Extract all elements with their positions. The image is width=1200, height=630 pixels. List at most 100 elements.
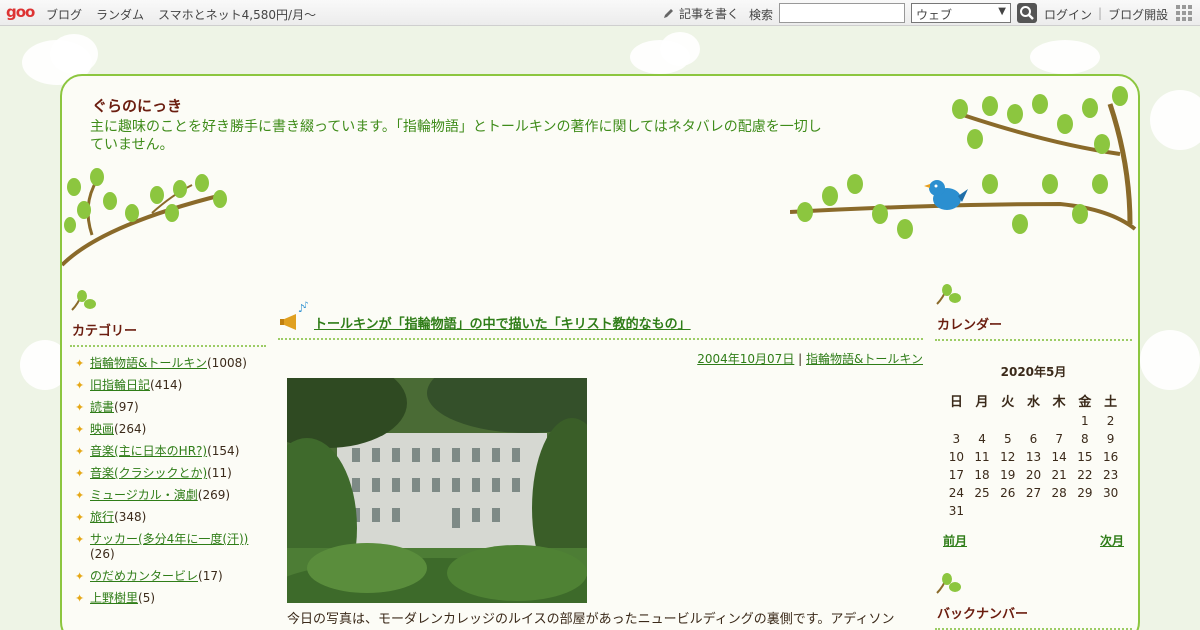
calendar-day: 11 — [974, 450, 990, 464]
post-category-link[interactable]: 指輪物語&トールキン — [806, 352, 923, 366]
blog-title[interactable]: ぐらのにっき — [92, 95, 182, 116]
weekday-label: 水 — [1026, 394, 1040, 410]
calendar-day: 14 — [1051, 450, 1067, 464]
category-link[interactable]: サッカー(多分4年に一度(汗)) — [90, 532, 248, 546]
calendar-day: 1 — [1081, 414, 1089, 428]
category-link[interactable]: ミュージカル・演劇 — [90, 488, 198, 502]
calendar-day: 31 — [948, 504, 964, 518]
post-title[interactable]: トールキンが「指輪物語」の中で描いた「キリスト教的なもの」 — [314, 313, 691, 332]
post-date-link[interactable]: 2004年10月07日 — [697, 352, 794, 366]
category-item: ✦ 旅行(348) — [70, 510, 266, 525]
svg-text:♪: ♪ — [303, 301, 309, 311]
category-item: ✦ 旧指輪日記(414) — [70, 378, 266, 393]
nav-random-link[interactable]: ランダム — [96, 6, 144, 23]
star-icon: ✦ — [75, 533, 85, 546]
calendar-week-row: 31 — [944, 502, 1124, 520]
category-item: ✦ 映画(264) — [70, 422, 266, 437]
photo-image — [287, 378, 587, 603]
calendar-day: 13 — [1025, 450, 1042, 464]
prev-month-link[interactable]: 前月 — [943, 532, 967, 549]
category-link[interactable]: 上野樹里 — [90, 591, 138, 605]
open-blog-link[interactable]: ブログ開設 — [1108, 6, 1168, 23]
calendar-month: 2020年5月 — [1000, 365, 1067, 379]
star-icon: ✦ — [75, 489, 85, 502]
search-button[interactable] — [1017, 3, 1037, 23]
calendar-day: 27 — [1025, 486, 1042, 500]
star-icon: ✦ — [75, 570, 85, 583]
write-post-label: 記事を書く — [679, 7, 740, 21]
category-item: ✦ サッカー(多分4年に一度(汗))(26) — [70, 532, 266, 562]
calendar-day: 18 — [974, 468, 990, 482]
calendar-day: 4 — [978, 432, 986, 446]
category-count: (17) — [198, 569, 223, 583]
search-scope-select[interactable]: ウェブ ▼ — [911, 3, 1011, 23]
search-label: 検索 — [749, 8, 774, 22]
calendar-day: 8 — [1081, 432, 1089, 446]
next-month-link[interactable]: 次月 — [1100, 532, 1124, 549]
write-post-button[interactable]: 記事を書く — [662, 5, 739, 22]
blog-description: 主に趣味のことを好き勝手に書き綴っています。「指輪物語」とトールキンの著作に関し… — [90, 119, 822, 153]
category-link[interactable]: 指輪物語&トールキン — [90, 356, 207, 370]
search-input[interactable] — [779, 3, 905, 23]
weekday-label: 日 — [949, 394, 963, 410]
star-icon: ✦ — [75, 379, 85, 392]
calendar-week-row: 10 11 12 13 14 15 16 — [944, 448, 1124, 466]
calendar-day: 2 — [1106, 414, 1115, 428]
goo-logo[interactable]: goo — [6, 3, 35, 21]
category-count: (414) — [150, 378, 183, 392]
calendar-day: 28 — [1051, 486, 1067, 500]
category-link[interactable]: 旅行 — [90, 510, 114, 524]
calendar-week-row: 24 25 26 27 28 29 30 — [944, 484, 1124, 502]
category-count: (269) — [197, 488, 231, 502]
calendar-day: 15 — [1077, 450, 1093, 464]
main-content: ♪ ♪ トールキンが「指輪物語」の中で描いた「キリスト教的なもの」 2004年1… — [278, 300, 923, 627]
calendar-day — [969, 412, 995, 430]
category-item: ✦ 音楽(クラシックとか)(11) — [70, 466, 266, 481]
category-link[interactable]: 読書 — [90, 400, 114, 414]
weekday-label: 土 — [1104, 394, 1118, 410]
calendar-heading: カレンダー — [935, 314, 1132, 341]
backnumber-heading: バックナンバー — [935, 603, 1132, 630]
weekday-label: 金 — [1078, 394, 1092, 410]
calendar-day — [944, 412, 970, 430]
category-link[interactable]: のだめカンタービレ — [90, 569, 198, 583]
right-branch-illustration — [790, 86, 1137, 239]
star-icon: ✦ — [75, 511, 85, 524]
calendar-day: 24 — [948, 486, 964, 500]
category-item: ✦ 読書(97) — [70, 400, 266, 415]
star-icon: ✦ — [75, 592, 85, 605]
calendar-week-row: 3 4 5 6 7 8 9 — [944, 430, 1124, 448]
weekday-label: 火 — [1001, 394, 1015, 410]
calendar-day: 19 — [1000, 468, 1016, 482]
search-scope-value: ウェブ — [916, 8, 953, 22]
calendar-day: 20 — [1025, 468, 1042, 482]
category-count: (348) — [114, 510, 147, 524]
calendar-day: 23 — [1102, 468, 1119, 482]
category-item: ✦ 音楽(主に日本のHR?)(154) — [70, 444, 266, 459]
calendar-day: 25 — [974, 486, 990, 500]
link-separator: | — [1098, 6, 1103, 20]
category-list: ✦ 指輪物語&トールキン(1008) ✦ 旧指輪日記(414) ✦ 読書(97) ✦ 映… — [70, 356, 266, 606]
calendar-day: 17 — [948, 468, 964, 482]
apps-grid-icon[interactable] — [1176, 5, 1192, 21]
account-links: ログイン | ブログ開設 — [1044, 6, 1168, 23]
right-sidebar: カレンダー 2020年5月 日 月 火 水 木 金 土 12 3456789 1… — [935, 284, 1132, 630]
nav-promo-link[interactable]: スマホとネット4,580円/月～ — [158, 6, 316, 23]
category-item: ✦ のだめカンタービレ(17) — [70, 569, 266, 584]
nav-blog-link[interactable]: ブログ — [46, 6, 82, 23]
meta-separator: | — [794, 352, 806, 366]
calendar-day: 30 — [1102, 486, 1119, 500]
category-item: ✦ 指輪物語&トールキン(1008) — [70, 356, 266, 371]
category-link[interactable]: 旧指輪日記 — [90, 378, 150, 392]
star-icon: ✦ — [75, 467, 85, 480]
category-link[interactable]: 音楽(主に日本のHR?) — [90, 444, 207, 458]
leaf-icon — [936, 284, 961, 305]
login-link[interactable]: ログイン — [1044, 6, 1092, 23]
left-sidebar: カテゴリー ✦ 指輪物語&トールキン(1008) ✦ 旧指輪日記(414) ✦ 読書(… — [70, 290, 266, 613]
category-link[interactable]: 映画 — [90, 422, 114, 436]
category-count: (1008) — [207, 356, 247, 370]
calendar-day: 10 — [948, 450, 964, 464]
calendar-day: 3 — [952, 432, 961, 446]
post-photo — [287, 378, 587, 603]
category-link[interactable]: 音楽(クラシックとか) — [90, 466, 207, 480]
